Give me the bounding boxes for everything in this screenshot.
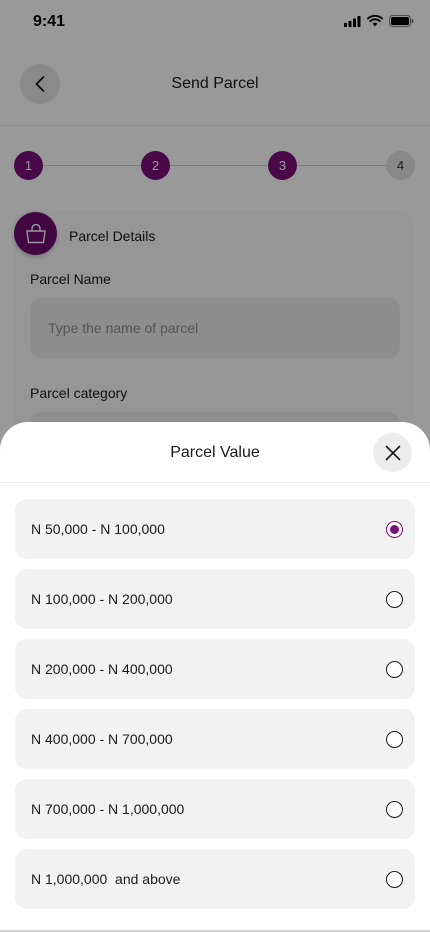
value-option[interactable]: N 100,000 - N 200,000 bbox=[15, 569, 415, 629]
option-label: N 400,000 - N 700,000 bbox=[31, 731, 173, 747]
close-button[interactable] bbox=[373, 433, 412, 472]
option-radio[interactable] bbox=[386, 801, 403, 818]
close-icon bbox=[385, 445, 400, 460]
option-label: N 50,000 - N 100,000 bbox=[31, 521, 165, 537]
option-radio[interactable] bbox=[386, 521, 403, 538]
option-radio[interactable] bbox=[386, 661, 403, 678]
option-radio[interactable] bbox=[386, 591, 403, 608]
sheet-title: Parcel Value bbox=[170, 444, 260, 461]
parcel-value-sheet: Parcel Value N 50,000 - N 100,000 N 100,… bbox=[0, 422, 430, 932]
option-label: N 1,000,000 and above bbox=[31, 871, 181, 887]
option-label: N 200,000 - N 400,000 bbox=[31, 661, 173, 677]
option-label: N 700,000 - N 1,000,000 bbox=[31, 801, 185, 817]
sheet-divider bbox=[0, 482, 430, 483]
option-radio[interactable] bbox=[386, 871, 403, 888]
value-option[interactable]: N 200,000 - N 400,000 bbox=[15, 639, 415, 699]
value-option[interactable]: N 1,000,000 and above bbox=[15, 849, 415, 909]
value-option[interactable]: N 700,000 - N 1,000,000 bbox=[15, 779, 415, 839]
option-label: N 100,000 - N 200,000 bbox=[31, 591, 173, 607]
value-options-list: N 50,000 - N 100,000 N 100,000 - N 200,0… bbox=[15, 499, 415, 919]
value-option[interactable]: N 400,000 - N 700,000 bbox=[15, 709, 415, 769]
value-option[interactable]: N 50,000 - N 100,000 bbox=[15, 499, 415, 559]
option-radio[interactable] bbox=[386, 731, 403, 748]
